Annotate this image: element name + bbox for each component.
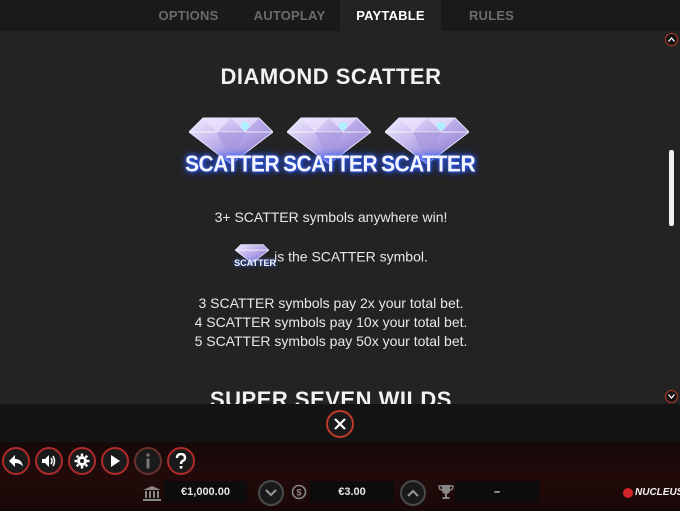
scroll-up-button[interactable] [665,33,678,46]
pay-line: 3 SCATTER symbols pay 2x your total bet. [198,295,464,311]
brand-mark [623,487,633,498]
pay-line: 5 SCATTER symbols pay 50x your total bet… [194,333,468,349]
scatter-symbol: SCATTER [185,111,280,189]
next-section-title: SUPER SEVEN WILDS [210,387,452,404]
bet-increase-button[interactable] [400,480,426,506]
win-rule-text: 3+ SCATTER symbols anywhere win! [214,209,448,225]
sound-button[interactable] [35,447,63,475]
scroll-down-button[interactable] [665,390,678,403]
bet-decrease-button[interactable] [258,480,284,506]
close-icon [334,418,346,430]
coins-icon: $ [290,484,308,500]
bet-display: €3.00 [310,481,394,503]
svg-text:$: $ [296,488,301,498]
section-title: DIAMOND SCATTER [220,64,442,89]
sound-icon [42,455,56,467]
symbol-description-text: is the SCATTER symbol. [274,248,428,265]
settings-button[interactable] [68,447,96,475]
pay-line: 4 SCATTER symbols pay 10x your total bet… [194,314,468,330]
scatter-symbol: SCATTER [283,111,378,189]
scatter-symbols-row: SCATTER SCATTER SCATTER [185,111,476,189]
paytable-content: DIAMOND SCATTER SCATTER SCATTER SCATTER … [0,31,680,404]
scatter-label: SCATTER [283,151,378,178]
chevron-up-icon [668,37,675,42]
bank-icon [143,485,161,501]
tab-autoplay[interactable]: AUTOPLAY [239,0,340,31]
scatter-label: SCATTER [381,151,476,178]
chevron-down-icon [668,394,675,399]
balance-display: €1,000.00 [164,481,247,503]
close-button[interactable] [326,410,354,438]
scatter-label-small: SCATTER [234,258,276,268]
tab-bar: OPTIONS AUTOPLAY PAYTABLE RULES [0,0,680,31]
play-button[interactable] [101,447,129,475]
chevron-up-icon [407,489,419,497]
scatter-label: SCATTER [185,151,280,178]
trophy-icon [437,484,455,500]
back-icon [9,455,23,467]
play-icon [111,455,120,467]
brand-logo: NUCLEUS [623,487,680,498]
scrollbar-thumb[interactable] [669,150,674,226]
help-button[interactable] [167,447,195,475]
win-display: – [455,481,539,503]
info-button[interactable] [134,447,162,475]
brand-name: NUCLEUS [635,487,680,498]
symbol-description: SCATTER is the SCATTER symbol. [0,243,662,273]
settings-gear-icon [74,453,90,469]
scatter-symbol: SCATTER [381,111,476,189]
back-button[interactable] [2,447,30,475]
tab-rules[interactable]: RULES [441,0,542,31]
help-icon [175,453,187,469]
info-icon [146,453,150,469]
tab-paytable[interactable]: PAYTABLE [340,0,441,31]
scatter-symbol-small: SCATTER [234,243,276,273]
tab-options[interactable]: OPTIONS [138,0,239,31]
paytable-screen: OPTIONS AUTOPLAY PAYTABLE RULES DIAMOND … [0,0,680,511]
chevron-down-icon [265,489,277,497]
